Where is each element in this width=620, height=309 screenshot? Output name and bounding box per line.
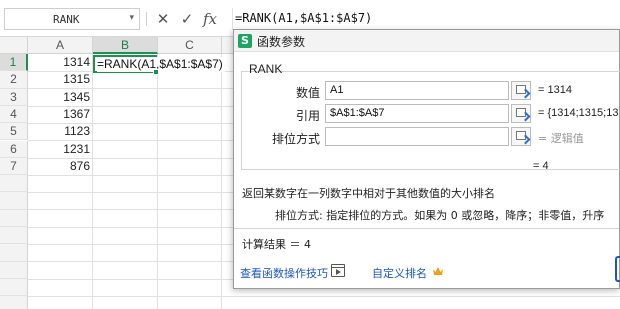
arg-label-ref: 引用 [295, 109, 320, 123]
crown-icon [433, 267, 443, 275]
column-header-b[interactable]: B [93, 37, 158, 54]
select-all-corner[interactable] [0, 37, 28, 54]
insert-function-icon[interactable]: fx [200, 8, 220, 30]
dialog-title-bar[interactable]: S 函数参数 [234, 30, 619, 52]
arg-result-order: = 逻辑值 [538, 132, 584, 145]
arg-label-order: 排位方式 [271, 132, 320, 146]
video-icon[interactable] [331, 264, 345, 277]
arrow-icon [520, 111, 531, 122]
arrow-icon [520, 134, 531, 145]
arg-label-number: 数值 [295, 86, 320, 100]
name-box-text: RANK [53, 13, 80, 26]
formula-bar-separator [146, 12, 147, 26]
formula-result: = 4 [533, 160, 549, 172]
cell-a3[interactable]: 1345 [28, 89, 92, 106]
row-header-2[interactable]: 2 [0, 71, 28, 89]
cell-a6[interactable]: 1231 [28, 141, 92, 158]
row-header-5[interactable]: 5 [0, 123, 28, 141]
active-cell-b1[interactable]: =RANK(A1,$A$1:$A$7) [93, 55, 225, 75]
collapse-dialog-button-ref[interactable] [511, 104, 531, 123]
function-tips-link[interactable]: 查看函数操作技巧 [240, 265, 328, 281]
wps-logo-icon: S [238, 34, 252, 48]
calculation-result: 计算结果 ＝ 4 [242, 238, 311, 251]
row-header-13 [0, 261, 28, 279]
confirm-icon[interactable]: ✓ [177, 8, 197, 30]
fill-handle[interactable] [153, 69, 159, 75]
arg-result-number: = 1314 [538, 84, 572, 96]
ok-button[interactable] [615, 256, 620, 282]
row-header-9 [0, 192, 28, 210]
column-header-a[interactable]: A [28, 37, 93, 54]
divider [234, 228, 619, 229]
arg-input-order[interactable] [325, 127, 509, 146]
grid-line [28, 295, 620, 297]
function-arguments-dialog: S 函数参数 RANK 数值 A1 = 1314 引用 $A$1:$A$7 = … [233, 29, 620, 289]
cell-a7[interactable]: 876 [28, 158, 92, 175]
row-header-12 [0, 244, 28, 262]
function-description: 返回某数字在一列数字中相对于其他数值的大小排名 [242, 187, 495, 200]
arg-input-ref[interactable]: $A$1:$A$7 [325, 104, 509, 123]
row-header-14 [0, 278, 28, 297]
row-header-3[interactable]: 3 [0, 88, 28, 106]
function-name-label: RANK [249, 62, 283, 76]
row-header-6[interactable]: 6 [0, 140, 28, 158]
row-header-1[interactable]: 1 [0, 54, 28, 72]
row-header-11 [0, 227, 28, 245]
collapse-dialog-button-order[interactable] [511, 127, 531, 146]
collapse-dialog-button-number[interactable] [511, 81, 531, 100]
cell-a4[interactable]: 1367 [28, 106, 92, 123]
formula-input[interactable]: =RANK(A1,$A$1:$A$7) [232, 8, 620, 30]
cell-a2[interactable]: 1315 [28, 71, 92, 88]
chevron-down-icon[interactable]: ▾ [129, 13, 134, 23]
name-box[interactable]: RANK ▾ [4, 8, 140, 30]
grid-line [157, 54, 158, 309]
arg-result-ref: = {1314;1315;13 [538, 107, 619, 119]
row-header-15 [0, 296, 28, 309]
parameter-description: 排位方式: 指定排位的方式。如果为 0 或忽略，降序；非零值，升序 [275, 209, 605, 222]
row-header-7[interactable]: 7 [0, 157, 28, 176]
arg-input-number[interactable]: A1 [325, 81, 509, 100]
active-cell-text: =RANK(A1,$A$1:$A$7) [97, 57, 225, 72]
row-header-4[interactable]: 4 [0, 105, 28, 124]
grid-line [92, 54, 93, 309]
cell-a5[interactable]: 1123 [28, 123, 92, 140]
arrow-icon [520, 88, 531, 99]
row-header-10 [0, 209, 28, 227]
cell-a1[interactable]: 1314 [28, 54, 92, 71]
custom-rank-link[interactable]: 自定义排名 [372, 265, 427, 281]
row-header-8 [0, 175, 28, 193]
cancel-icon[interactable]: ✕ [153, 8, 173, 30]
dialog-title: 函数参数 [257, 35, 306, 49]
column-header-c[interactable]: C [158, 37, 222, 54]
grid-line [221, 54, 222, 309]
